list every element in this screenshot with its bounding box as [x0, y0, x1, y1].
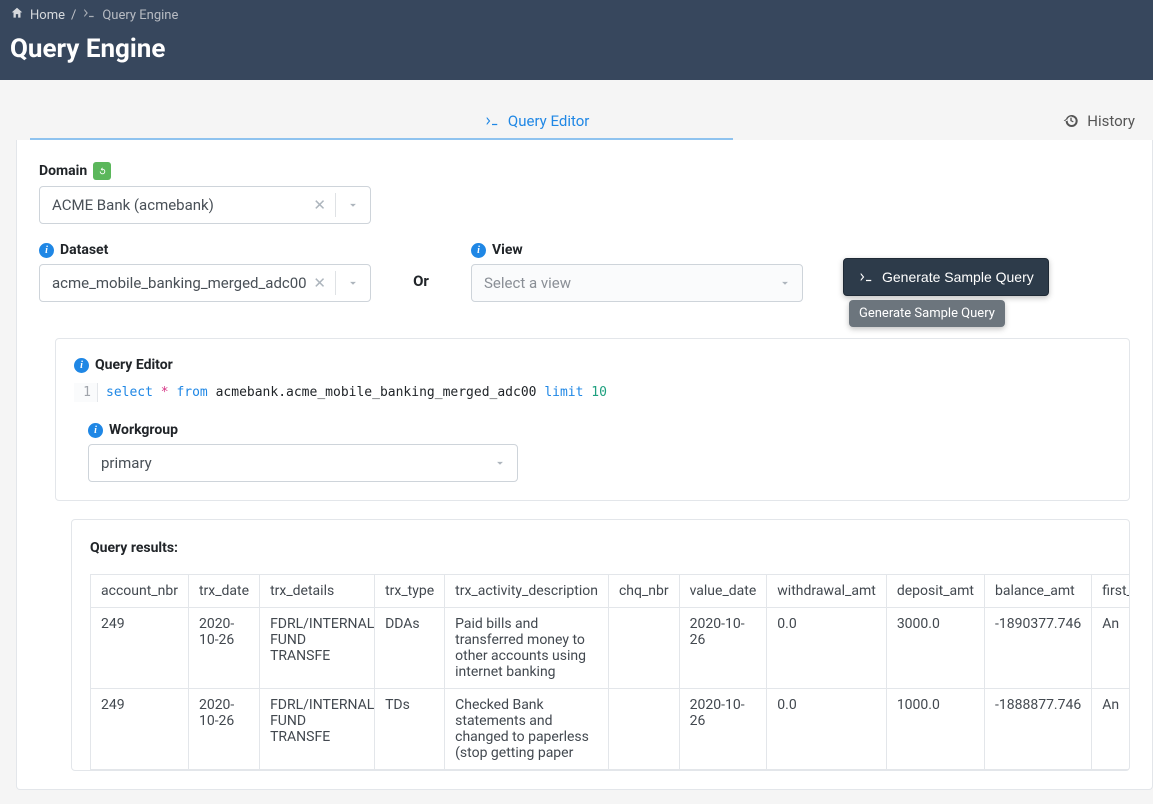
chevron-down-icon	[346, 198, 360, 212]
cell: 0.0	[767, 689, 887, 770]
sql-keyword: select	[106, 385, 153, 400]
cell: An	[1092, 689, 1129, 770]
col-header[interactable]: value_date	[679, 575, 767, 608]
tab-bar: Query Editor History	[0, 102, 1153, 140]
sql-editor[interactable]: 1 select * from acmebank.acme_mobile_ban…	[74, 383, 1111, 402]
cell: An	[1092, 608, 1129, 689]
sql-number: 10	[583, 385, 606, 400]
domain-select-value: ACME Bank (acmebank)	[52, 196, 214, 214]
tab-query-editor-label: Query Editor	[508, 112, 589, 130]
cell: -1890377.746	[984, 608, 1091, 689]
col-header[interactable]: trx_details	[260, 575, 375, 608]
info-icon[interactable]: i	[471, 243, 486, 258]
domain-label-text: Domain	[39, 163, 87, 179]
table-row: 249 2020-10-26 FDRL/INTERNAL FUND TRANSF…	[91, 608, 1130, 689]
col-header[interactable]: account_nbr	[91, 575, 189, 608]
workgroup-label: i Workgroup	[88, 422, 1111, 438]
line-number: 1	[74, 383, 98, 402]
col-header[interactable]: first_name	[1092, 575, 1129, 608]
cell: DDAs	[375, 608, 445, 689]
cell: 249	[91, 608, 189, 689]
chevron-down-icon	[346, 276, 360, 290]
workgroup-select[interactable]: primary	[88, 444, 518, 482]
sql-star: *	[153, 385, 176, 400]
refresh-icon[interactable]	[93, 162, 111, 180]
query-results-panel: Query results: account_nbr trx_date trx_…	[71, 519, 1130, 771]
cell: Paid bills and transferred money to othe…	[445, 608, 609, 689]
sql-keyword: limit	[544, 385, 583, 400]
tab-history-label: History	[1087, 112, 1135, 130]
info-icon[interactable]: i	[39, 243, 54, 258]
cell: 2020-10-26	[188, 689, 259, 770]
view-select-placeholder: Select a view	[484, 274, 571, 292]
sql-keyword: from	[176, 385, 207, 400]
col-header[interactable]: chq_nbr	[608, 575, 679, 608]
view-select[interactable]: Select a view	[471, 264, 803, 302]
table-row: 249 2020-10-26 FDRL/INTERNAL FUND TRANSF…	[91, 689, 1130, 770]
generate-button-label: Generate Sample Query	[882, 269, 1034, 285]
workgroup-select-value: primary	[101, 454, 152, 472]
terminal-icon	[82, 6, 96, 24]
cell: 249	[91, 689, 189, 770]
chevron-down-icon	[493, 456, 507, 470]
cell: 3000.0	[886, 608, 984, 689]
cell: -1888877.746	[984, 689, 1091, 770]
query-editor-panel: i Query Editor 1 select * from acmebank.…	[55, 338, 1130, 501]
col-header[interactable]: balance_amt	[984, 575, 1091, 608]
cell: FDRL/INTERNAL FUND TRANSFE	[260, 689, 375, 770]
view-label-text: View	[492, 242, 523, 258]
cell: 1000.0	[886, 689, 984, 770]
tab-underline	[30, 138, 733, 140]
sql-line[interactable]: select * from acmebank.acme_mobile_banki…	[98, 383, 615, 402]
page-title: Query Engine	[10, 34, 1143, 64]
info-icon[interactable]: i	[74, 358, 89, 373]
generate-tooltip: Generate Sample Query	[849, 300, 1005, 327]
query-editor-label: i Query Editor	[74, 357, 1111, 373]
col-header[interactable]: trx_activity_description	[445, 575, 609, 608]
cell: FDRL/INTERNAL FUND TRANSFE	[260, 608, 375, 689]
col-header[interactable]: withdrawal_amt	[767, 575, 887, 608]
col-header[interactable]: deposit_amt	[886, 575, 984, 608]
chevron-down-icon	[778, 276, 792, 290]
breadcrumb-current: Query Engine	[102, 8, 178, 23]
clear-icon[interactable]: ✕	[309, 270, 330, 296]
breadcrumb: Home / Query Engine	[10, 6, 1143, 24]
cell: TDs	[375, 689, 445, 770]
cell	[608, 608, 679, 689]
query-results-title: Query results:	[90, 540, 1129, 556]
cell: Checked Bank statements and changed to p…	[445, 689, 609, 770]
select-divider	[335, 271, 336, 295]
col-header[interactable]: trx_date	[188, 575, 259, 608]
cell	[608, 689, 679, 770]
tab-query-editor[interactable]: Query Editor	[484, 104, 589, 138]
dataset-select[interactable]: acme_mobile_banking_merged_adc00 ✕	[39, 264, 371, 302]
col-header[interactable]: trx_type	[375, 575, 445, 608]
info-icon[interactable]: i	[88, 423, 103, 438]
cell: 2020-10-26	[679, 608, 767, 689]
dataset-label: i Dataset	[39, 242, 371, 258]
dataset-select-value: acme_mobile_banking_merged_adc00	[52, 274, 307, 292]
cell: 2020-10-26	[188, 608, 259, 689]
domain-select[interactable]: ACME Bank (acmebank) ✕	[39, 186, 371, 224]
view-label: i View	[471, 242, 803, 258]
query-config-panel: Domain ACME Bank (acmebank) ✕ i Dataset	[16, 140, 1153, 790]
breadcrumb-separator: /	[71, 8, 76, 23]
workgroup-label-text: Workgroup	[109, 422, 178, 438]
domain-label: Domain	[39, 162, 1130, 180]
cell: 0.0	[767, 608, 887, 689]
sql-identifier: acmebank.acme_mobile_banking_merged_adc0…	[208, 385, 545, 400]
dataset-label-text: Dataset	[60, 242, 108, 258]
home-icon	[10, 6, 24, 24]
select-divider	[335, 193, 336, 217]
or-label: Or	[391, 272, 451, 300]
cell: 2020-10-26	[679, 689, 767, 770]
results-table: account_nbr trx_date trx_details trx_typ…	[90, 574, 1129, 770]
page-header: Home / Query Engine Query Engine	[0, 0, 1153, 80]
generate-sample-query-button[interactable]: Generate Sample Query	[843, 258, 1049, 296]
query-editor-label-text: Query Editor	[95, 357, 173, 373]
clear-icon[interactable]: ✕	[309, 192, 330, 218]
breadcrumb-home[interactable]: Home	[30, 8, 65, 23]
tab-history[interactable]: History	[1063, 112, 1143, 130]
results-header-row: account_nbr trx_date trx_details trx_typ…	[91, 575, 1130, 608]
